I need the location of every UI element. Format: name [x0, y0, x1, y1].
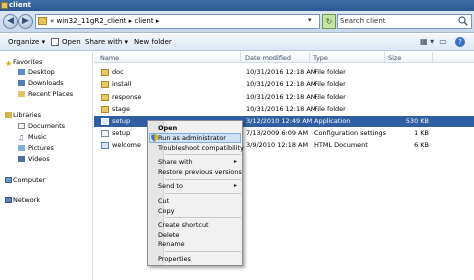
folder-icon: [38, 17, 47, 25]
view-options-icon[interactable]: ▦ ▾ ▭: [420, 37, 447, 46]
column-divider: [432, 52, 433, 63]
menu-item-share-with[interactable]: Share with: [158, 158, 193, 166]
title-bar: [0, 0, 474, 11]
downloads-icon: [18, 80, 25, 86]
folder-icon: [101, 81, 109, 88]
file-name[interactable]: setup: [112, 129, 130, 137]
column-name[interactable]: Name: [100, 54, 119, 62]
open-icon: [51, 38, 59, 46]
column-divider: [309, 52, 310, 63]
menu-item-open[interactable]: Open: [158, 124, 177, 132]
menu-separator: [165, 251, 241, 252]
file-size: 6 KB: [414, 141, 429, 149]
menu-separator: [165, 179, 241, 180]
file-type: File folder: [314, 93, 346, 101]
back-button[interactable]: ◀: [3, 14, 18, 29]
submenu-arrow-icon: ▸: [234, 158, 238, 165]
libraries-icon: [5, 112, 12, 118]
file-date: 10/31/2016 12:18 AM: [246, 80, 317, 88]
column-size[interactable]: Size: [388, 54, 401, 62]
menu-item-troubleshoot-compatibility[interactable]: Troubleshoot compatibility: [158, 144, 244, 152]
nav-pictures[interactable]: Pictures: [28, 144, 54, 152]
nav-computer[interactable]: Computer: [13, 176, 45, 184]
folder-icon: [101, 106, 109, 113]
chevron-down-icon[interactable]: ▾: [308, 16, 312, 24]
documents-icon: [18, 123, 25, 129]
nav-recent-places[interactable]: Recent Places: [28, 90, 73, 98]
organize-button[interactable]: Organize ▾: [8, 38, 45, 46]
file-date: 3/9/2010 12:18 AM: [246, 141, 309, 149]
menu-item-create-shortcut[interactable]: Create shortcut: [158, 221, 209, 229]
file-date: 10/31/2016 12:18 AM: [246, 93, 317, 101]
nav-documents[interactable]: Documents: [28, 122, 65, 130]
nav-desktop[interactable]: Desktop: [28, 68, 55, 76]
menu-item-rename[interactable]: Rename: [158, 240, 185, 248]
computer-icon: [5, 177, 12, 183]
menu-item-cut[interactable]: Cut: [158, 197, 169, 205]
pictures-icon: [18, 145, 25, 151]
breadcrumb[interactable]: « win32_11gR2_client ▸ client ▸: [50, 17, 159, 25]
nav-downloads[interactable]: Downloads: [28, 79, 64, 87]
application-icon: [101, 118, 109, 125]
share-with-button[interactable]: Share with ▾: [85, 38, 128, 46]
refresh-button[interactable]: ↻: [322, 14, 336, 29]
file-size: 530 KB: [405, 117, 429, 125]
menu-separator: [165, 193, 241, 194]
file-type: File folder: [314, 105, 346, 113]
shield-icon: [151, 134, 158, 142]
folder-icon: [101, 69, 109, 76]
file-date: 10/31/2016 12:18 AM: [246, 105, 317, 113]
videos-icon: [18, 156, 25, 162]
file-name[interactable]: response: [112, 93, 142, 101]
nav-network[interactable]: Network: [13, 196, 40, 204]
config-file-icon: [101, 130, 109, 137]
file-date: 3/12/2010 12:49 AM: [246, 117, 313, 125]
help-icon[interactable]: ?: [455, 37, 465, 47]
folder-icon: [1, 2, 8, 9]
column-date-modified[interactable]: Date modified: [245, 54, 291, 62]
file-type: File folder: [314, 68, 346, 76]
file-size: 1 KB: [414, 129, 429, 137]
file-type: HTML Document: [314, 141, 368, 149]
window-title: client: [9, 1, 32, 9]
search-icon[interactable]: [458, 16, 468, 26]
file-name[interactable]: doc: [112, 68, 124, 76]
menu-item-properties[interactable]: Properties: [158, 255, 191, 263]
file-type: Application: [314, 117, 351, 125]
open-button[interactable]: Open: [62, 38, 81, 46]
recent-places-icon: [18, 91, 25, 97]
column-type[interactable]: Type: [313, 54, 328, 62]
nav-videos[interactable]: Videos: [28, 155, 50, 163]
nav-favorites[interactable]: Favorites: [13, 58, 42, 66]
html-file-icon: [101, 142, 109, 149]
file-name[interactable]: stage: [112, 105, 130, 113]
submenu-arrow-icon: ▸: [234, 182, 238, 189]
menu-item-run-as-administrator[interactable]: Run as administrator: [158, 134, 226, 142]
menu-item-send-to[interactable]: Send to: [158, 182, 183, 190]
new-folder-button[interactable]: New folder: [134, 38, 172, 46]
menu-separator: [165, 217, 241, 218]
forward-button[interactable]: ▶: [18, 14, 33, 29]
file-date: 7/13/2009 6:09 AM: [246, 129, 309, 137]
menu-item-restore-previous-versions[interactable]: Restore previous versions: [158, 168, 242, 176]
search-placeholder: Search client: [340, 17, 386, 25]
desktop-icon: [18, 69, 25, 75]
star-icon: ★: [5, 59, 13, 68]
menu-item-copy[interactable]: Copy: [158, 207, 175, 215]
column-divider: [384, 52, 385, 63]
file-name[interactable]: install: [112, 80, 131, 88]
file-name[interactable]: welcome: [112, 141, 141, 149]
file-type: Configuration settings: [314, 129, 387, 137]
nav-libraries[interactable]: Libraries: [13, 111, 41, 119]
menu-item-delete[interactable]: Delete: [158, 231, 179, 239]
network-icon: [5, 197, 12, 203]
file-name[interactable]: setup: [112, 117, 130, 125]
column-divider: [240, 52, 241, 63]
menu-separator: [165, 154, 241, 155]
folder-icon: [101, 94, 109, 101]
nav-music[interactable]: Music: [28, 133, 47, 141]
file-date: 10/31/2016 12:18 AM: [246, 68, 317, 76]
file-type: File folder: [314, 80, 346, 88]
music-icon: ♫: [18, 134, 25, 142]
